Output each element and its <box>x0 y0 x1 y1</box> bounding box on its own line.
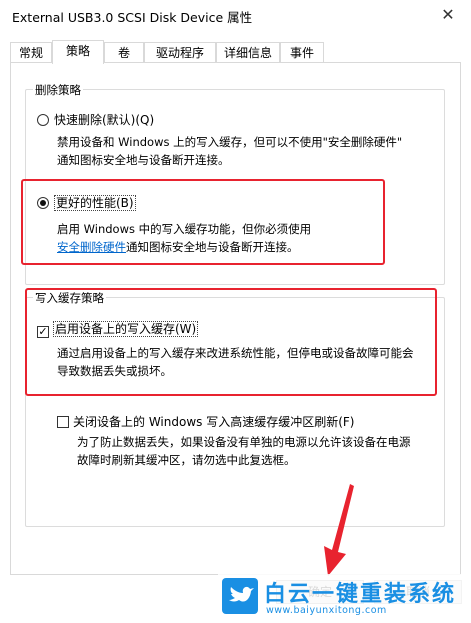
tab-strip: 常规 策略 卷 驱动程序 详细信息 事件 <box>10 40 462 64</box>
quick-removal-description: 禁用设备和 Windows 上的写入缓存，但可以不使用"安全删除硬件" 通知图标… <box>57 133 402 169</box>
quick-removal-radio[interactable] <box>37 114 49 126</box>
flush-desc-line-2: 故障时刷新其缓冲区，请勿选中此复选框。 <box>77 453 296 467</box>
tab-volumes[interactable]: 卷 <box>104 42 144 63</box>
bird-logo-icon <box>222 578 258 614</box>
highlight-box-better-performance <box>21 179 385 265</box>
close-icon[interactable]: ✕ <box>433 3 463 27</box>
quick-desc-line-1: 禁用设备和 Windows 上的写入缓存，但可以不使用"安全删除硬件" <box>57 135 403 149</box>
turn-off-flush-option[interactable]: 关闭设备上的 Windows 写入高速缓存缓冲区刷新(F) <box>57 413 354 430</box>
tab-policies[interactable]: 策略 <box>52 40 104 64</box>
turn-off-flush-checkbox[interactable] <box>57 416 69 428</box>
flush-desc-line-1: 为了防止数据丢失，如果设备没有单独的电源以允许该设备在电源 <box>77 435 411 449</box>
quick-removal-label: 快速删除(默认)(Q) <box>54 113 155 127</box>
quick-desc-line-2: 通知图标安全地与设备断开连接。 <box>57 153 230 167</box>
tab-driver[interactable]: 驱动程序 <box>144 42 216 63</box>
quick-removal-option[interactable]: 快速删除(默认)(Q) <box>37 111 154 128</box>
watermark-url: www.baiyunxitong.com <box>266 605 387 616</box>
highlight-box-write-cache <box>25 288 437 396</box>
tab-details[interactable]: 详细信息 <box>216 42 280 63</box>
window-title: External USB3.0 SCSI Disk Device 属性 <box>12 10 253 25</box>
turn-off-flush-label: 关闭设备上的 Windows 写入高速缓存缓冲区刷新(F) <box>73 415 355 429</box>
title-bar: External USB3.0 SCSI Disk Device 属性 ✕ <box>0 0 471 30</box>
turn-off-flush-description: 为了防止数据丢失，如果设备没有单独的电源以允许该设备在电源 故障时刷新其缓冲区，… <box>77 433 411 469</box>
tab-events[interactable]: 事件 <box>280 42 324 63</box>
watermark-title: 白云一键重装系统 <box>264 582 457 607</box>
watermark: 白云一键重装系统 www.baiyunxitong.com <box>218 574 471 623</box>
tab-general[interactable]: 常规 <box>10 42 52 63</box>
red-arrow-icon <box>324 484 354 576</box>
removal-policy-heading: 删除策略 <box>33 82 83 98</box>
